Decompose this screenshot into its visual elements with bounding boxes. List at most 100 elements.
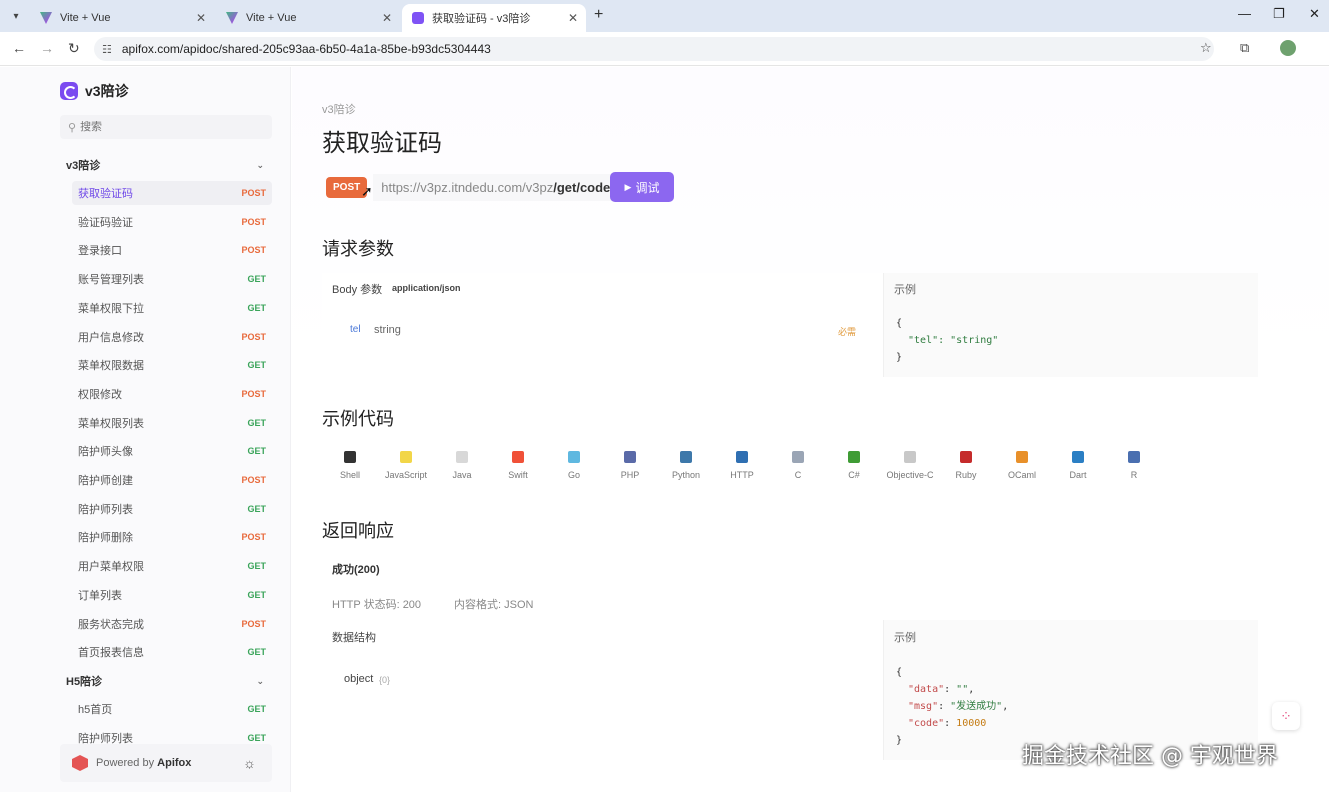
minimize-icon[interactable]: —: [1238, 6, 1251, 21]
sun-icon[interactable]: ☼: [243, 755, 256, 771]
sidebar-item[interactable]: 账号管理列表 GET: [72, 267, 272, 291]
method-tag: GET: [247, 732, 266, 743]
language-name: Java: [452, 470, 472, 480]
sidebar-item[interactable]: 菜单权限下拉 GET: [72, 296, 272, 320]
sidebar-item[interactable]: h5首页 GET: [72, 697, 272, 721]
sidebar-item[interactable]: 订单列表 GET: [72, 583, 272, 607]
response-status-tab[interactable]: 成功(200): [332, 561, 380, 577]
method-tag: GET: [247, 417, 266, 428]
language-tab[interactable]: JavaScript: [378, 447, 434, 487]
powered-by-footer[interactable]: Powered by Apifox ☼: [60, 744, 272, 782]
language-icon: [1016, 451, 1028, 463]
language-icon: [624, 451, 636, 463]
extensions-icon[interactable]: ⧉: [1240, 40, 1249, 56]
language-icon: [904, 451, 916, 463]
method-tag: POST: [241, 188, 266, 198]
reload-icon[interactable]: ↻: [68, 40, 80, 57]
language-name: OCaml: [1007, 470, 1036, 480]
group-v3[interactable]: v3陪诊 ⌄: [66, 155, 270, 175]
language-tab[interactable]: OCaml: [994, 447, 1050, 487]
language-icon: [848, 451, 860, 463]
sidebar-item[interactable]: 菜单权限数据 GET: [72, 353, 272, 377]
sidebar-item[interactable]: 菜单权限列表 GET: [72, 411, 272, 435]
bookmark-star-icon[interactable]: ☆: [1200, 40, 1212, 56]
language-tab[interactable]: Shell: [322, 447, 378, 487]
breadcrumb[interactable]: v3陪诊: [322, 101, 356, 117]
schema-type: object: [344, 673, 374, 685]
language-tab[interactable]: PHP: [602, 447, 658, 487]
sidebar-item[interactable]: 陪护师创建 POST: [72, 468, 272, 492]
language-tab[interactable]: Ruby: [938, 447, 994, 487]
language-tab[interactable]: R: [1106, 447, 1162, 487]
language-tab[interactable]: Objective-C: [882, 447, 938, 487]
debug-label: 调试: [635, 180, 660, 195]
sidebar-item[interactable]: 陪护师列表 GET: [72, 497, 272, 521]
sidebar-item[interactable]: 服务状态完成 POST: [72, 612, 272, 636]
profile-avatar[interactable]: [1280, 40, 1296, 56]
forward-icon[interactable]: →: [40, 40, 54, 56]
endpoint-url[interactable]: https://v3pz.itndedu.com/v3pz/get/code: [373, 173, 619, 201]
browser-tab-2[interactable]: Vite + Vue ✕: [216, 4, 400, 32]
watermark: 掘金技术社区 @ 宇观世界: [1022, 744, 1278, 769]
sidebar-item[interactable]: 权限修改 POST: [72, 382, 272, 406]
language-tab[interactable]: HTTP: [714, 447, 770, 487]
sidebar-item[interactable]: 陪护师删除 POST: [72, 525, 272, 549]
language-tab[interactable]: Dart: [1050, 447, 1106, 487]
sidebar-item-label: 账号管理列表: [78, 274, 144, 287]
method-tag: POST: [241, 532, 266, 543]
sidebar-item[interactable]: 用户菜单权限 GET: [72, 554, 272, 578]
response-example-label: 示例: [894, 632, 916, 644]
language-icon: [400, 451, 412, 463]
sidebar-item[interactable]: 首页报表信息 GET: [72, 640, 272, 664]
language-tab[interactable]: C#: [826, 447, 882, 487]
mouse-cursor-icon: ➚: [361, 183, 373, 199]
method-tag: GET: [247, 274, 266, 285]
sidebar-item-label: 首页报表信息: [78, 647, 144, 660]
sidebar-item[interactable]: 用户信息修改 POST: [72, 325, 272, 349]
method-tag: POST: [241, 618, 266, 629]
sidebar-item[interactable]: 登录接口 POST: [72, 238, 272, 262]
window-close-icon[interactable]: ✕: [1309, 6, 1320, 22]
request-params-panel: Body 参数 application/json tel string 必需 示…: [322, 273, 1258, 377]
response-example-code[interactable]: { "data": "", "msg": "发送成功", "code": 100…: [896, 664, 1008, 749]
sidebar-search[interactable]: ⚲: [60, 115, 272, 139]
language-name: C: [794, 470, 802, 480]
close-icon[interactable]: ✕: [568, 11, 578, 25]
sidebar-item[interactable]: 获取验证码 POST: [72, 181, 272, 205]
language-tab[interactable]: Go: [546, 447, 602, 487]
sidebar: v3陪诊 ⚲ v3陪诊 ⌄ 获取验证码 POST 验证码验证 POST 登录接口 POST…: [0, 67, 291, 792]
browser-tab-1[interactable]: Vite + Vue ✕: [30, 4, 214, 32]
site-info-icon[interactable]: ☷: [102, 43, 112, 56]
sidebar-item[interactable]: 陪护师头像 GET: [72, 439, 272, 463]
sidebar-item[interactable]: 验证码验证 POST: [72, 210, 272, 234]
apps-grid-icon[interactable]: ⁘: [1272, 702, 1300, 730]
tab-search-chevron-icon[interactable]: ▾: [6, 6, 26, 26]
apifox-icon: [412, 12, 424, 24]
schema-label: 数据结构: [332, 632, 376, 644]
param-type: string: [374, 324, 401, 336]
browser-tab-3[interactable]: 获取验证码 - v3陪诊 ✕: [402, 4, 586, 32]
language-tab[interactable]: C: [770, 447, 826, 487]
group-h5[interactable]: H5陪诊 ⌄: [66, 671, 270, 691]
language-tab[interactable]: Java: [434, 447, 490, 487]
language-name: Swift: [508, 470, 528, 480]
maximize-icon[interactable]: ❐: [1273, 6, 1285, 22]
method-tag: POST: [241, 245, 266, 256]
schema-count: {0}: [379, 675, 391, 685]
brand[interactable]: v3陪诊: [60, 81, 129, 101]
language-tab[interactable]: Python: [658, 447, 714, 487]
new-tab-icon[interactable]: +: [594, 6, 603, 24]
close-icon[interactable]: ✕: [382, 11, 392, 25]
sidebar-item-label: 用户菜单权限: [78, 561, 144, 574]
vite-icon: [40, 12, 52, 24]
request-example-code[interactable]: { "tel": "string" }: [896, 315, 998, 366]
debug-button[interactable]: ▶ 调试: [610, 172, 674, 202]
vite-icon: [226, 12, 238, 24]
close-icon[interactable]: ✕: [196, 11, 206, 25]
method-tag: POST: [241, 216, 266, 227]
chevron-down-icon: ⌄: [256, 675, 264, 686]
search-input[interactable]: [80, 121, 251, 133]
url-field[interactable]: ☷ apifox.com/apidoc/shared-205c93aa-6b50…: [94, 37, 1214, 61]
language-tab[interactable]: Swift: [490, 447, 546, 487]
back-icon[interactable]: ←: [12, 40, 26, 56]
